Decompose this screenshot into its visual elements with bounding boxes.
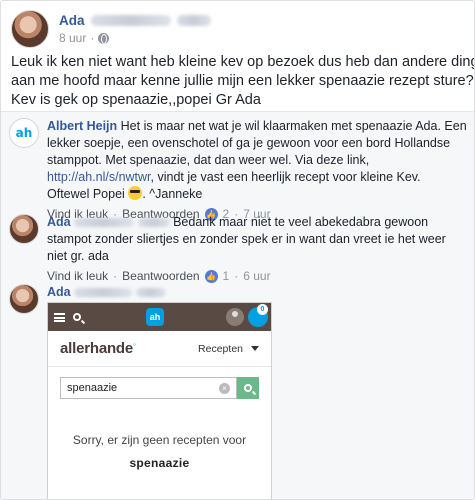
no-results-term: spenaazie <box>129 456 190 470</box>
recepten-dropdown: Recepten <box>198 343 259 355</box>
ah-logo-icon: ah <box>15 126 33 140</box>
redacted-location <box>135 288 166 298</box>
post-header: Ada 8 uur · <box>11 9 211 49</box>
attached-screenshot[interactable]: ah 0 allerhande◦ Recepten spenaazie × So… <box>47 302 272 499</box>
albert-heijn-avatar[interactable]: ah <box>9 118 39 148</box>
recipe-link[interactable]: http://ah.nl/s/nwtwr <box>47 170 151 184</box>
post-line: aan me hoofd maar kenne jullie mijn een … <box>11 73 475 89</box>
comment-author[interactable]: Albert Heijn <box>47 119 117 133</box>
author-avatar[interactable] <box>11 10 49 48</box>
redacted-name <box>90 15 171 26</box>
comment-actions: Vind ik leuk · Beantwoorden 👍 1 · 6 uur <box>47 269 271 283</box>
comment-text: Albert Heijn Het is maar net wat je wil … <box>47 119 467 201</box>
app-search-field: spenaazie × <box>60 377 237 399</box>
like-count[interactable]: 1 <box>223 269 230 283</box>
post-line: Leuk ik ken niet want heb kleine kev op … <box>11 54 475 70</box>
commenter-avatar[interactable] <box>9 284 39 314</box>
comment-timestamp[interactable]: 6 uur <box>243 269 270 283</box>
user-icon <box>226 308 244 326</box>
facebook-post-card: Ada 8 uur · Leuk ik ken niet want heb kl… <box>0 0 475 500</box>
ah-logo-icon: ah <box>146 308 164 326</box>
comment-author[interactable]: Ada <box>47 215 71 229</box>
comment-author[interactable]: Ada <box>47 285 71 299</box>
redacted-name <box>74 218 135 228</box>
app-top-bar: ah 0 <box>48 303 271 331</box>
app-subheader: allerhande◦ Recepten <box>48 331 271 367</box>
redacted-location <box>137 218 170 228</box>
menu-icon <box>54 312 65 322</box>
post-meta: Ada 8 uur · <box>59 13 211 45</box>
like-link[interactable]: Vind ik leuk <box>47 269 108 283</box>
basket-count: 0 <box>257 304 268 315</box>
post-author-name[interactable]: Ada <box>59 13 85 28</box>
caret-down-icon <box>251 346 259 351</box>
search-icon <box>73 313 81 321</box>
commenter-avatar[interactable] <box>9 214 39 244</box>
reply-link[interactable]: Beantwoorden <box>122 269 199 283</box>
like-icon[interactable]: 👍 <box>204 269 218 283</box>
post-line: Kev is gek op spenaazie,,popei Gr Ada <box>11 92 261 108</box>
globe-icon <box>98 32 110 44</box>
post-body: Leuk ik ken niet want heb kleine kev op … <box>11 53 475 110</box>
redacted-name <box>74 288 133 298</box>
comment-text: Ada Bedank maar niet te veel abekedabra … <box>47 215 446 263</box>
post-timestamp[interactable]: 8 uur <box>59 31 86 45</box>
redacted-location <box>176 15 211 26</box>
clear-icon: × <box>219 382 230 394</box>
app-search-button <box>237 377 259 399</box>
comment-albert-heijn: ah Albert Heijn Het is maar net wat je w… <box>9 118 467 221</box>
comments-section: ah Albert Heijn Het is maar net wat je w… <box>1 111 474 499</box>
search-icon <box>244 384 252 392</box>
comment-ada-reply: Ada Bedank maar niet te veel abekedabra … <box>9 214 446 283</box>
app-search-row: spenaazie × <box>48 367 271 409</box>
allerhande-logo: allerhande◦ <box>60 340 136 357</box>
no-results-message: Sorry, er zijn geen recepten voor <box>72 433 247 447</box>
emoji-sunglasses-icon <box>128 186 143 200</box>
